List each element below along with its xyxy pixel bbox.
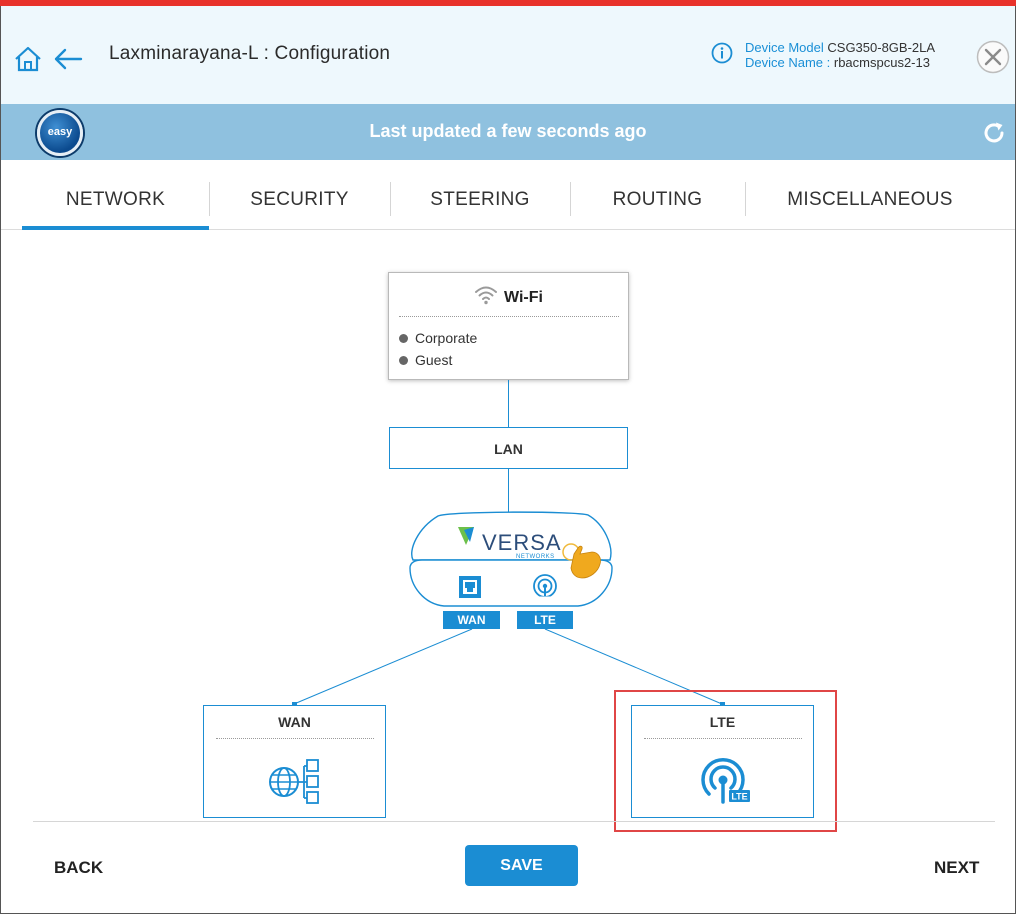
home-icon[interactable] — [14, 46, 42, 72]
save-button[interactable]: SAVE — [465, 845, 578, 886]
next-button[interactable]: NEXT — [934, 858, 979, 878]
wifi-item-label: Guest — [415, 352, 453, 368]
wan-node-divider — [216, 738, 374, 739]
wifi-item-guest[interactable]: Guest — [399, 352, 452, 368]
tab-miscellaneous[interactable]: MISCELLANEOUS — [745, 160, 995, 230]
close-icon[interactable] — [976, 40, 1010, 74]
wifi-box[interactable]: Wi-Fi Corporate Guest — [388, 272, 629, 380]
wifi-divider — [399, 316, 619, 317]
info-icon — [711, 42, 733, 64]
device-port-lte[interactable]: LTE — [517, 611, 573, 629]
refresh-icon[interactable] — [981, 120, 1007, 146]
tab-routing[interactable]: ROUTING — [570, 160, 745, 230]
svg-text:NETWORKS: NETWORKS — [516, 554, 555, 560]
wan-node-title: WAN — [278, 714, 311, 730]
footer-divider — [33, 821, 995, 822]
page-title: Laxminarayana-L : Configuration — [109, 43, 391, 64]
wifi-item-corporate[interactable]: Corporate — [399, 330, 477, 346]
back-arrow-icon[interactable] — [53, 47, 83, 71]
device-model-value: CSG350-8GB-2LA — [827, 40, 936, 55]
tab-network[interactable]: NETWORK — [22, 160, 209, 230]
header: Laxminarayana-L : Configuration Device M… — [1, 6, 1015, 104]
lan-device-connector — [508, 469, 509, 513]
lte-highlight-frame — [614, 690, 837, 832]
device-model-label: Device Model — [745, 40, 824, 55]
tab-security[interactable]: SECURITY — [209, 160, 390, 230]
device-name-value: rbacmspcus2-13 — [833, 55, 930, 70]
wifi-lan-connector — [508, 380, 509, 427]
wifi-icon — [475, 286, 498, 305]
lan-box[interactable]: LAN — [389, 427, 628, 469]
last-updated-text: Last updated a few seconds ago — [369, 121, 647, 141]
versa-device[interactable]: VERSA NETWORKS — [408, 510, 614, 610]
wifi-item-label: Corporate — [415, 330, 478, 346]
device-port-wan[interactable]: WAN — [443, 611, 500, 629]
globe-network-icon — [269, 759, 319, 804]
status-bar: easy Last updated a few seconds ago — [1, 104, 1015, 160]
device-info: Device Model CSG350-8GB-2LA Device Name … — [745, 40, 935, 70]
svg-text:VERSA: VERSA — [482, 530, 562, 555]
wan-node-box[interactable]: WAN — [203, 705, 386, 818]
bullet-icon — [399, 334, 408, 343]
device-name-label: Device Name : — [745, 55, 831, 70]
wifi-title: Wi-Fi — [504, 289, 543, 306]
wifi-header: Wi-Fi — [389, 285, 628, 307]
bullet-icon — [399, 356, 408, 365]
lan-title: LAN — [494, 441, 523, 457]
back-button[interactable]: BACK — [54, 858, 103, 878]
tab-bar: NETWORK SECURITY STEERING ROUTING MISCEL… — [1, 160, 1015, 230]
tab-steering[interactable]: STEERING — [390, 160, 570, 230]
